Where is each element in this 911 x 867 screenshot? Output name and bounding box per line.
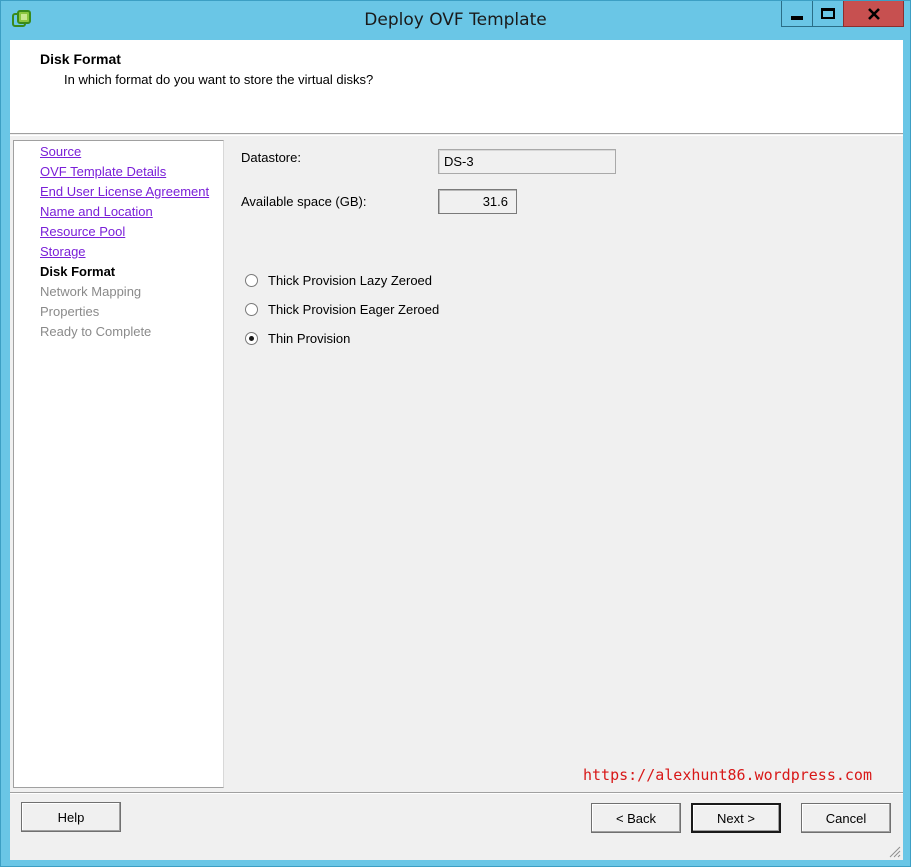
option-thin-provision[interactable]: Thin Provision bbox=[245, 331, 350, 346]
nav-step-properties: Properties bbox=[40, 304, 100, 319]
thick-lazy-zeroed-label: Thick Provision Lazy Zeroed bbox=[268, 273, 433, 288]
step-header: Disk Format In which format do you want … bbox=[10, 40, 903, 134]
nav-step-network-mapping: Network Mapping bbox=[40, 284, 142, 299]
footer-divider-highlight bbox=[10, 793, 903, 794]
close-icon bbox=[867, 7, 880, 20]
thick-eager-zeroed-radio[interactable] bbox=[245, 303, 258, 316]
cancel-button[interactable]: Cancel bbox=[801, 803, 891, 833]
available-space-label: Available space (GB): bbox=[241, 194, 367, 209]
deploy-ovf-window: Deploy OVF Template Disk Format In which… bbox=[0, 0, 911, 867]
nav-step-disk-format: Disk Format bbox=[40, 264, 116, 279]
maximize-icon bbox=[821, 8, 835, 19]
nav-step-storage[interactable]: Storage bbox=[40, 244, 86, 259]
minimize-icon bbox=[791, 15, 803, 20]
dialog-client-area: Disk Format In which format do you want … bbox=[10, 40, 903, 860]
window-title: Deploy OVF Template bbox=[364, 10, 547, 30]
thin-provision-radio[interactable] bbox=[245, 332, 258, 345]
thick-lazy-zeroed-radio[interactable] bbox=[245, 274, 258, 287]
datastore-label: Datastore: bbox=[241, 150, 301, 165]
thick-eager-zeroed-label: Thick Provision Eager Zeroed bbox=[268, 302, 440, 317]
nav-step-resource-pool[interactable]: Resource Pool bbox=[40, 224, 125, 239]
header-divider bbox=[10, 135, 903, 136]
wizard-step-nav: Source OVF Template Details End User Lic… bbox=[13, 140, 224, 788]
minimize-button[interactable] bbox=[781, 1, 813, 27]
close-button[interactable] bbox=[843, 1, 904, 27]
blog-watermark: https://alexhunt86.wordpress.com bbox=[583, 766, 872, 784]
nav-step-source[interactable]: Source bbox=[40, 144, 81, 159]
back-button[interactable]: < Back bbox=[591, 803, 681, 833]
step-subtitle: In which format do you want to store the… bbox=[64, 72, 374, 87]
help-button[interactable]: Help bbox=[21, 802, 121, 832]
datastore-field: DS-3 bbox=[438, 149, 616, 174]
resize-grip-icon[interactable] bbox=[887, 844, 901, 858]
title-bar[interactable]: Deploy OVF Template bbox=[1, 1, 910, 40]
thin-provision-label: Thin Provision bbox=[268, 331, 351, 346]
next-button[interactable]: Next > bbox=[691, 803, 781, 833]
disk-format-panel: Datastore: DS-3 Available space (GB): 31… bbox=[224, 140, 900, 788]
option-thick-lazy-zeroed[interactable]: Thick Provision Lazy Zeroed bbox=[245, 273, 432, 288]
option-thick-eager-zeroed[interactable]: Thick Provision Eager Zeroed bbox=[245, 302, 439, 317]
nav-step-name-and-location[interactable]: Name and Location bbox=[40, 204, 153, 219]
maximize-button[interactable] bbox=[812, 1, 844, 27]
available-space-field: 31.6 bbox=[438, 189, 517, 214]
nav-step-eula[interactable]: End User License Agreement bbox=[40, 184, 209, 199]
nav-step-ready-to-complete: Ready to Complete bbox=[40, 324, 152, 339]
step-title: Disk Format bbox=[40, 51, 121, 67]
nav-step-ovf-template-details[interactable]: OVF Template Details bbox=[40, 164, 166, 179]
